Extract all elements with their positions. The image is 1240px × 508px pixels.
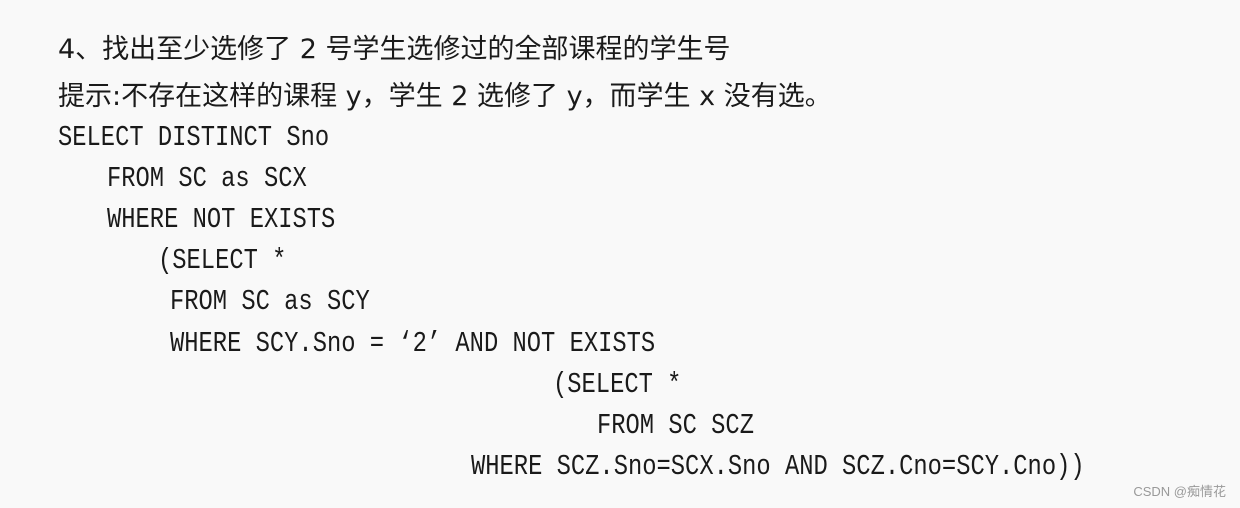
code-line: FROM SC as SCY: [170, 285, 370, 318]
code-line: (SELECT *: [553, 368, 682, 401]
code-line: WHERE SCY.Sno = ‘2’ AND NOT EXISTS: [170, 327, 656, 360]
code-line: WHERE SCZ.Sno=SCX.Sno AND SCZ.Cno=SCY.Cn…: [471, 450, 1085, 483]
code-line: FROM SC as SCX: [107, 162, 307, 195]
hint-text: 提示:不存在这样的课程 y，学生 2 选修了 y，而学生 x 没有选。: [58, 81, 832, 112]
watermark: CSDN @痴情花: [1133, 484, 1226, 499]
code-line: FROM SC SCZ: [597, 409, 754, 442]
code-line: WHERE NOT EXISTS: [107, 203, 336, 236]
code-line: SELECT DISTINCT Sno: [58, 121, 330, 154]
question-title: 4、找出至少选修了 2 号学生选修过的全部课程的学生号: [58, 34, 731, 65]
code-line: (SELECT *: [158, 244, 287, 277]
